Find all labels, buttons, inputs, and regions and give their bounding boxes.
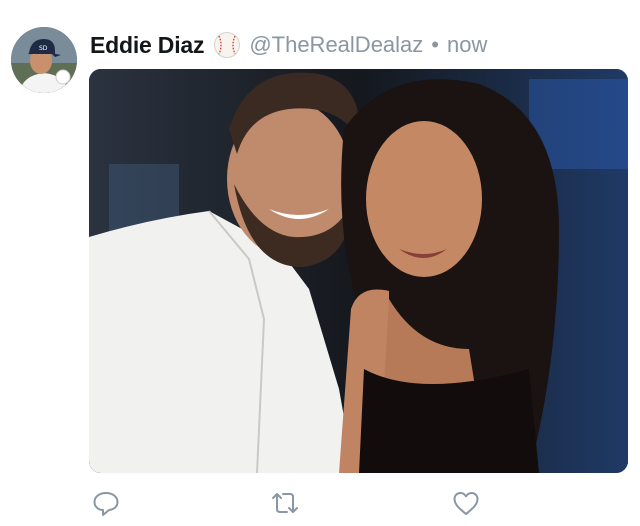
meta-separator: •	[431, 32, 439, 57]
avatar-photo: SD	[11, 27, 77, 93]
tweet-timestamp[interactable]: now	[447, 32, 487, 58]
author-handle[interactable]: @TheRealDealaz	[249, 32, 423, 58]
tweet-photo[interactable]	[89, 69, 628, 473]
speech-bubble-icon	[93, 492, 119, 516]
like-button[interactable]	[451, 488, 481, 518]
tweet-header: Eddie Diaz @TheRealDealaz • now	[90, 28, 487, 62]
author-name[interactable]: Eddie Diaz	[90, 32, 205, 59]
reply-button[interactable]	[91, 488, 121, 518]
retweet-arrows-icon	[272, 493, 298, 513]
photo-image	[89, 69, 628, 473]
retweet-button[interactable]	[270, 488, 300, 518]
tweet: SD Eddie Diaz @TheRealDealaz • now	[0, 0, 640, 526]
avatar[interactable]: SD	[11, 27, 77, 93]
heart-icon	[453, 492, 479, 515]
baseball-icon	[213, 31, 241, 59]
svg-text:SD: SD	[39, 45, 48, 52]
